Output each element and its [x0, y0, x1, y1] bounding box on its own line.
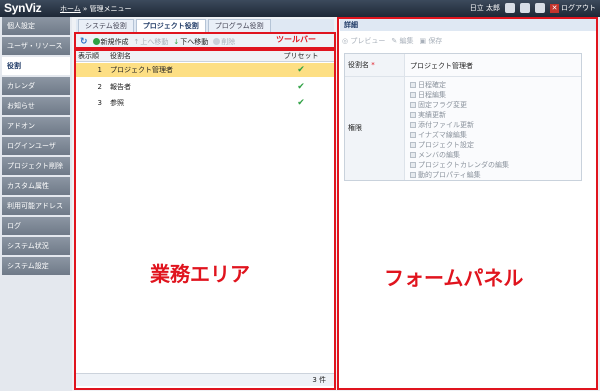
logout-button[interactable]: ✕ ログアウト — [550, 3, 596, 13]
breadcrumb-separator: » — [83, 5, 88, 13]
sidebar-item-custom-attributes[interactable]: カスタム属性 — [2, 177, 70, 197]
breadcrumb-current: 管理メニュー — [89, 5, 132, 13]
role-tabs: システム役割 プロジェクト役割 プログラム役割 — [76, 19, 334, 32]
sidebar-item-addons[interactable]: アドオン — [2, 117, 70, 137]
breadcrumb-home-link[interactable]: ホーム — [60, 5, 81, 13]
tab-system-roles[interactable]: システム役割 — [78, 19, 134, 32]
sidebar-item-notices[interactable]: お知らせ — [2, 97, 70, 117]
sidebar-item-personal[interactable]: 個人設定 — [2, 17, 70, 37]
sidebar-item-calendar[interactable]: カレンダ — [2, 77, 70, 97]
toolbar-highlight-frame — [74, 32, 336, 49]
sidebar-item-log[interactable]: ログ — [2, 217, 70, 237]
home-icon[interactable] — [505, 3, 515, 13]
sidebar-item-project-delete[interactable]: プロジェクト削除 — [2, 157, 70, 177]
logout-label: ログアウト — [561, 4, 596, 12]
sidebar-item-available-addresses[interactable]: 利用可能アドレス — [2, 197, 70, 217]
sidebar: 個人設定 ユーザ・リソース 役割 カレンダ お知らせ アドオン ログインユーザ … — [0, 17, 72, 391]
app-logo: SynViz — [4, 1, 42, 15]
window-icon[interactable] — [520, 3, 530, 13]
sidebar-item-roles[interactable]: 役割 — [2, 57, 70, 77]
tab-project-roles[interactable]: プロジェクト役割 — [135, 19, 206, 32]
breadcrumb: ホーム » 管理メニュー — [60, 4, 132, 14]
sidebar-item-login-users[interactable]: ログインユーザ — [2, 137, 70, 157]
header-actions: 日立 太郎 ✕ ログアウト — [470, 3, 596, 13]
tab-program-roles[interactable]: プログラム役割 — [207, 19, 271, 32]
form-panel-highlight-frame — [337, 17, 598, 390]
sidebar-item-system-status[interactable]: システム状況 — [2, 237, 70, 257]
top-bar: SynViz ホーム » 管理メニュー 日立 太郎 ✕ ログアウト — [0, 0, 600, 17]
sidebar-item-users-resources[interactable]: ユーザ・リソース — [2, 37, 70, 57]
logout-icon: ✕ — [550, 3, 559, 13]
help-icon[interactable] — [535, 3, 545, 13]
business-area-highlight-frame — [74, 49, 336, 390]
user-name: 日立 太郎 — [469, 4, 500, 12]
sidebar-item-system-settings[interactable]: システム設定 — [2, 257, 70, 277]
